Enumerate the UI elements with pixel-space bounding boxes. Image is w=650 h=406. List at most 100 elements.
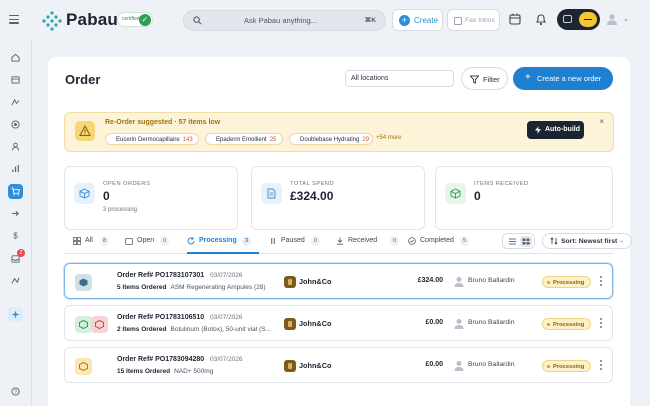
- search-input[interactable]: Ask Pabau anything... ⌘K: [183, 10, 386, 31]
- chevron-down-icon: ⌄: [618, 238, 624, 244]
- tab-open[interactable]: Open 0: [125, 236, 175, 254]
- total-spend-value: £324.00: [290, 189, 334, 203]
- bolt-icon: [535, 126, 541, 134]
- sparkle-icon: [11, 310, 20, 319]
- location-select[interactable]: All locations: [345, 70, 454, 87]
- low-stock-chip[interactable]: Epaderm Emollient 25: [205, 133, 283, 145]
- low-stock-chip[interactable]: Eucerin Dermocapillaire 143: [105, 133, 199, 145]
- more-items-link[interactable]: +54 more: [376, 135, 402, 141]
- status-badge: Processing: [542, 276, 592, 288]
- check-circle-icon: [408, 237, 416, 245]
- camera-icon: [563, 15, 572, 23]
- sidebar-item-target[interactable]: [8, 117, 23, 132]
- create-button[interactable]: + Create: [392, 9, 443, 31]
- filter-icon: [470, 75, 479, 84]
- status-badge: Processing: [542, 360, 592, 372]
- order-items: 15 Items Ordered NAD+ 500mg: [117, 368, 214, 375]
- chevron-down-icon[interactable]: ⌄: [623, 15, 629, 23]
- page-title: Order: [65, 72, 101, 87]
- svg-text:$: $: [13, 232, 18, 240]
- flow-icon: [11, 277, 20, 284]
- more-options-icon[interactable]: [600, 318, 603, 330]
- pabau-logo-icon: [42, 11, 62, 31]
- sidebar-item-ai[interactable]: [8, 307, 23, 322]
- view-toggle[interactable]: [502, 233, 535, 249]
- order-row[interactable]: Order Ref# PO1783094280 03/07/2026 15 It…: [64, 347, 613, 383]
- product-thumbnail: [91, 316, 108, 333]
- more-options-icon[interactable]: [600, 276, 603, 288]
- tab-processing[interactable]: Processing 3: [187, 236, 259, 254]
- box-icon: [125, 238, 133, 245]
- check-icon: ✓: [139, 14, 151, 26]
- sidebar-item-orders[interactable]: [8, 184, 23, 199]
- calendar-icon[interactable]: [509, 13, 521, 25]
- order-ref[interactable]: Order Ref# PO1783106510: [117, 314, 204, 321]
- product-thumbnail: [75, 316, 92, 333]
- fax-inbox-button[interactable]: Fax Inbox: [447, 9, 500, 31]
- more-options-icon[interactable]: [600, 360, 603, 372]
- order-row[interactable]: Order Ref# PO1783107301 03/07/2026 5 Ite…: [64, 263, 613, 299]
- tab-all[interactable]: All 8: [73, 236, 113, 254]
- order-items: 2 Items Ordered Botulinum (Botox), 50-uni…: [117, 326, 271, 333]
- menu-icon[interactable]: [9, 15, 19, 24]
- order-user: Bruno Ballardin: [468, 361, 515, 368]
- supplier-logo-icon: [284, 318, 296, 330]
- order-row[interactable]: Order Ref# PO1783106510 03/07/2026 2 Ite…: [64, 305, 613, 341]
- status-tabs: All 8 Open 0 Processing 3 Paused 0 Recei…: [64, 230, 632, 254]
- plus-icon: +: [525, 72, 531, 83]
- close-icon[interactable]: ×: [599, 117, 604, 126]
- home-icon: [11, 53, 20, 62]
- sidebar-item-contacts[interactable]: [8, 95, 23, 110]
- calendar-icon: [11, 76, 20, 84]
- supplier-name: John&Co: [299, 361, 332, 370]
- stat-card-total-spend: TOTAL SPEND £324.00: [251, 166, 425, 230]
- user-avatar[interactable]: [606, 13, 618, 25]
- search-icon: [193, 16, 202, 25]
- low-stock-chip[interactable]: Doublebase Hydrating 29: [289, 133, 373, 145]
- sort-icon: [550, 237, 558, 245]
- user-icon: [454, 319, 464, 329]
- contacts-icon: [11, 98, 20, 106]
- order-ref[interactable]: Order Ref# PO1783094280: [117, 356, 204, 363]
- tab-received[interactable]: Received 0: [336, 236, 404, 254]
- sidebar-item-forward[interactable]: [8, 206, 23, 221]
- bell-icon[interactable]: [535, 13, 547, 26]
- target-icon: [11, 120, 20, 129]
- status-badge: Processing: [542, 318, 592, 330]
- sort-dropdown[interactable]: Sort: Newest first ⌄: [542, 233, 632, 249]
- dollar-icon: $: [13, 232, 18, 240]
- create-order-button[interactable]: + Create a new order: [513, 67, 613, 90]
- sidebar-item-workflows[interactable]: [8, 273, 23, 288]
- tab-completed[interactable]: Completed 5: [408, 236, 480, 254]
- reorder-banner: Re-Order suggested · 57 items low Euceri…: [64, 112, 614, 152]
- chart-icon: [12, 164, 19, 173]
- sidebar-item-finance[interactable]: $: [8, 228, 23, 243]
- tab-paused[interactable]: Paused 0: [269, 236, 329, 254]
- auto-build-button[interactable]: Auto-build: [527, 121, 584, 139]
- list-view-icon[interactable]: [507, 237, 518, 246]
- forward-icon: [11, 210, 19, 217]
- certification-badge: certified ✓: [117, 12, 153, 27]
- search-placeholder: Ask Pabau anything...: [244, 16, 317, 25]
- search-shortcut: ⌘K: [364, 17, 376, 24]
- user-icon: [11, 142, 20, 151]
- sidebar-item-calendar[interactable]: [8, 72, 23, 87]
- download-icon: [336, 237, 344, 245]
- order-ref[interactable]: Order Ref# PO1783107301: [117, 272, 204, 279]
- sidebar-item-home[interactable]: [8, 50, 23, 65]
- sidebar-item-help[interactable]: ?: [8, 384, 23, 399]
- refresh-icon: [187, 237, 195, 245]
- inbox-badge: 2: [17, 249, 25, 257]
- sidebar-item-user[interactable]: [8, 139, 23, 154]
- sidebar-item-reports[interactable]: [8, 161, 23, 176]
- order-user: Bruno Ballardin: [468, 319, 515, 326]
- order-user: Bruno Ballardin: [468, 277, 515, 284]
- filter-button[interactable]: Filter: [461, 67, 508, 90]
- cart-icon: [11, 187, 20, 196]
- pause-icon: [271, 238, 275, 244]
- plus-icon: +: [399, 15, 410, 26]
- mode-toggle[interactable]: [557, 9, 600, 30]
- receipt-icon: [261, 183, 282, 204]
- grid-view-icon[interactable]: [520, 236, 532, 247]
- order-items: 5 Items Ordered ASM Regenerating Ampules …: [117, 284, 266, 291]
